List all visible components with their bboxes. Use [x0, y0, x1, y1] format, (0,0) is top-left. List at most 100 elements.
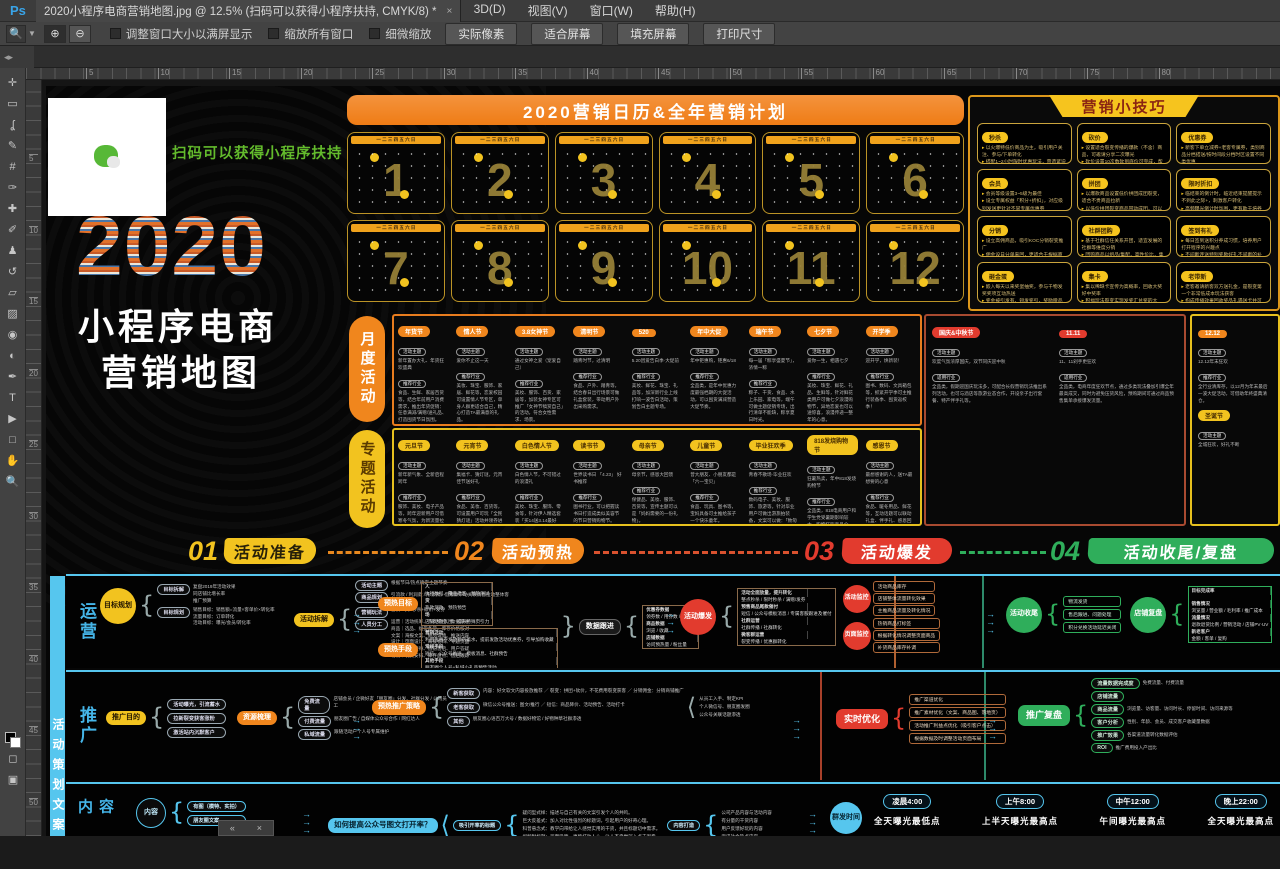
tab-close-icon[interactable]: × [447, 6, 453, 17]
tool-icon[interactable]: ✐ [2, 219, 24, 240]
tool-icon[interactable]: ↺ [2, 261, 24, 282]
collapse-icon[interactable]: « [230, 823, 235, 833]
theme-text: 世界读书日 「4.23」 好书推荐 [573, 472, 623, 486]
themed-card-title: 元旦节 [398, 440, 430, 451]
goal-group-name: 目标规划 [157, 607, 190, 618]
checkbox-icon[interactable] [110, 28, 121, 39]
theme-tag: 活动主题 [632, 348, 660, 356]
menu-item[interactable]: 3D(D) [463, 2, 517, 19]
flow-arrows-icon: → → → [986, 610, 995, 634]
horizontal-ruler[interactable]: 5101520253035404550556065707580 [26, 68, 1280, 80]
menu-item[interactable]: 帮助(H) [644, 2, 707, 19]
phase-1-number: 01 [188, 536, 218, 567]
option-checkboxes: 调整窗口大小以满屏显示 缩放所有窗口 细微缩放 [94, 26, 432, 42]
monthly-card-title: 520 [632, 329, 656, 337]
checkbox-icon[interactable] [369, 28, 380, 39]
title-type: 疑问型式样：描述与自己有关的文案引发个人的共鸣。 [522, 810, 660, 817]
tip-card: 签到有礼 每日签到送积分养成习惯，培养用户打开程序的兴趣点不间断连送特别奖励好礼… [1176, 216, 1271, 257]
zoom-in-button[interactable]: ⊕ [44, 25, 66, 43]
theme-tag: 活动主题 [690, 462, 718, 470]
zoom-tool-icon[interactable]: 🔍 [6, 25, 26, 43]
tool-icon[interactable]: ◐ [2, 345, 24, 366]
tool-icon[interactable]: ▱ [2, 282, 24, 303]
tool-icon[interactable]: ✒ [2, 366, 24, 387]
tip-label: 砍价 [1082, 132, 1108, 143]
theme-text: 欢度气氛浓厚国庆，双节同庆迎中秋 [932, 359, 1051, 366]
vertical-ruler[interactable]: 5101520253035404550 [26, 80, 42, 836]
calendar-month-card: 一 二 三 四 五 六 日 10 [659, 220, 757, 302]
zoom-out-button[interactable]: ⊖ [69, 25, 91, 43]
option-button[interactable]: 实际像素 [445, 23, 517, 45]
monthly-activities-label: 月度活动 [349, 316, 385, 422]
tip-line: 积福玩法裂变实现发奖汇兑奖的大礼，可供开玩法成奖 [1082, 298, 1167, 303]
industry-text: 数码电子、美妆、服饰、旅游等，针对毕业用户可做出游旅拍装备，文案可以做：「致匆匆… [749, 497, 799, 524]
document-canvas[interactable]: 扫码可以获得小程序扶持 2020 小程序电商 营销地图 2020营销日历&全年营… [42, 80, 1280, 836]
themed-card-title: 母亲节 [632, 440, 664, 451]
tool-icon[interactable]: ✚ [2, 198, 24, 219]
ruler-tick-label: 45 [29, 726, 38, 798]
calendar-month-card: 一 二 三 四 五 六 日 4 [659, 132, 757, 214]
option-checkbox[interactable]: 细微缩放 [369, 26, 431, 42]
tool-icon[interactable]: ▭ [2, 93, 24, 114]
brace: { [703, 816, 718, 835]
industry-tag: 推荐行业 [456, 373, 484, 381]
calendar-weekday-strip: 一 二 三 四 五 六 日 [766, 136, 856, 144]
tool-icon[interactable]: □ [2, 429, 24, 450]
themed-activity-card: 读书节 活动主题 世界读书日 「4.23」 好书推荐 推荐行业 图书行业，可以把… [569, 430, 627, 524]
window-controls[interactable]: « × [218, 820, 274, 836]
tip-line: 嵌入每天以来奖蛋抽奖，参与千物发奖奖项互动热送 [982, 284, 1067, 298]
tool-dropdown-arrow-icon[interactable]: ▼ [28, 29, 36, 38]
option-checkbox[interactable]: 调整窗口大小以满屏显示 [110, 26, 253, 42]
tool-icon[interactable]: 🔍 [2, 471, 24, 492]
calendar-month-number: 9 [556, 235, 652, 301]
theme-text: 全城狂欢，好礼不断 [1198, 442, 1272, 449]
brace: { [429, 698, 444, 717]
option-button[interactable]: 填充屏幕 [617, 23, 689, 45]
panel-collapse-nub[interactable]: ◂▸ [0, 46, 34, 68]
tool-icon[interactable]: ʆ [2, 114, 24, 135]
tip-line: 不间断连送特别奖励好礼不间断的补贴，如：奖励优惠券单可以送客户专属礼 [1181, 252, 1266, 257]
tool-icon[interactable]: ▨ [2, 303, 24, 324]
calendar-month-card: 一 二 三 四 五 六 日 11 [762, 220, 860, 302]
menu-item[interactable]: 窗口(W) [579, 2, 644, 19]
tip-line: 集以稀缺卡宣传为高概率，回收大奖好中奖率 [1082, 284, 1167, 298]
calendar-month-number: 4 [660, 147, 756, 213]
ruler-tick-label: 20 [301, 68, 373, 79]
tool-icon[interactable]: ♟ [2, 240, 24, 261]
strategy-items: 微信公众号推送：图文/推行 ／ 短信：商品降价、活动预告、活动打卡 [483, 702, 625, 709]
themed-card-title: 感恩节 [866, 440, 898, 451]
industry-tag: 推荐行业 [690, 373, 718, 381]
option-button[interactable]: 打印尺寸 [703, 23, 775, 45]
document-tab[interactable]: 2020小程序电商营销地图.jpg @ 12.5% (扫码可以获得小程序扶持, … [36, 0, 461, 22]
tool-icon[interactable]: # [2, 156, 24, 177]
tip-card: 会员 会员等级设置3~5级为最佳设立专属权益「积分+折扣」，对应级别发送更针对不… [977, 169, 1072, 210]
tool-icon[interactable]: T [2, 387, 24, 408]
tip-line: 新客下单立减券+老客专属券，类别商品分档搭送/按时间段分档时区设置不同类优惠 [1181, 145, 1266, 164]
themed-activity-card: 元宵节 活动主题 集福卡、猜灯谜，元宵佳节送好礼 推荐行业 食品、美妆、百货等，… [452, 430, 510, 524]
burst-value: 整点秒杀 / 限时秒杀 / 满赠/发券 [738, 596, 808, 603]
tool-icon[interactable]: ✎ [2, 135, 24, 156]
ruler-tick-label: 65 [944, 68, 1016, 79]
tips-title: 营销小技巧 [1049, 95, 1199, 117]
tool-icon[interactable]: ✋ [2, 450, 24, 471]
checkbox-icon[interactable] [268, 28, 279, 39]
screen-mode-icon[interactable]: ▣ [2, 769, 24, 790]
close-icon[interactable]: × [257, 823, 262, 833]
burst-value: 短信 / 公众号模板消息 / 专属客服跟进及催付 [738, 610, 834, 617]
monthly-card-title: 开学季 [866, 326, 898, 337]
industry-tag: 推荐行业 [866, 373, 894, 381]
quick-mask-icon[interactable]: ◻ [2, 748, 24, 769]
option-button[interactable]: 适合屏幕 [531, 23, 603, 45]
tool-icon[interactable]: ◉ [2, 324, 24, 345]
tool-icon[interactable]: ✑ [2, 177, 24, 198]
tip-card: 老带新 老客邀请新客双方送礼金，是裂变第一个非常低成本玩法获客构成传播效果回收奖… [1176, 262, 1271, 303]
tool-icon[interactable]: ▶ [2, 408, 24, 429]
menu-item[interactable]: 视图(V) [517, 2, 579, 19]
calendar-weekday-strip: 一 二 三 四 五 六 日 [663, 136, 753, 144]
tool-icon[interactable]: ✛ [2, 72, 24, 93]
means-value: 朋友圈个人号+私域小礼品预告活动 [422, 664, 500, 668]
option-checkbox[interactable]: 缩放所有窗口 [268, 26, 353, 42]
foreground-background-color-icon[interactable] [5, 732, 21, 748]
monthly-activity-card: 年中大促 活动主题 年中钜惠购，钜惠6/18 推荐行业 全品类，是年中优惠力度最… [686, 316, 744, 424]
monitor-item: 活动商品库存 [873, 581, 936, 592]
